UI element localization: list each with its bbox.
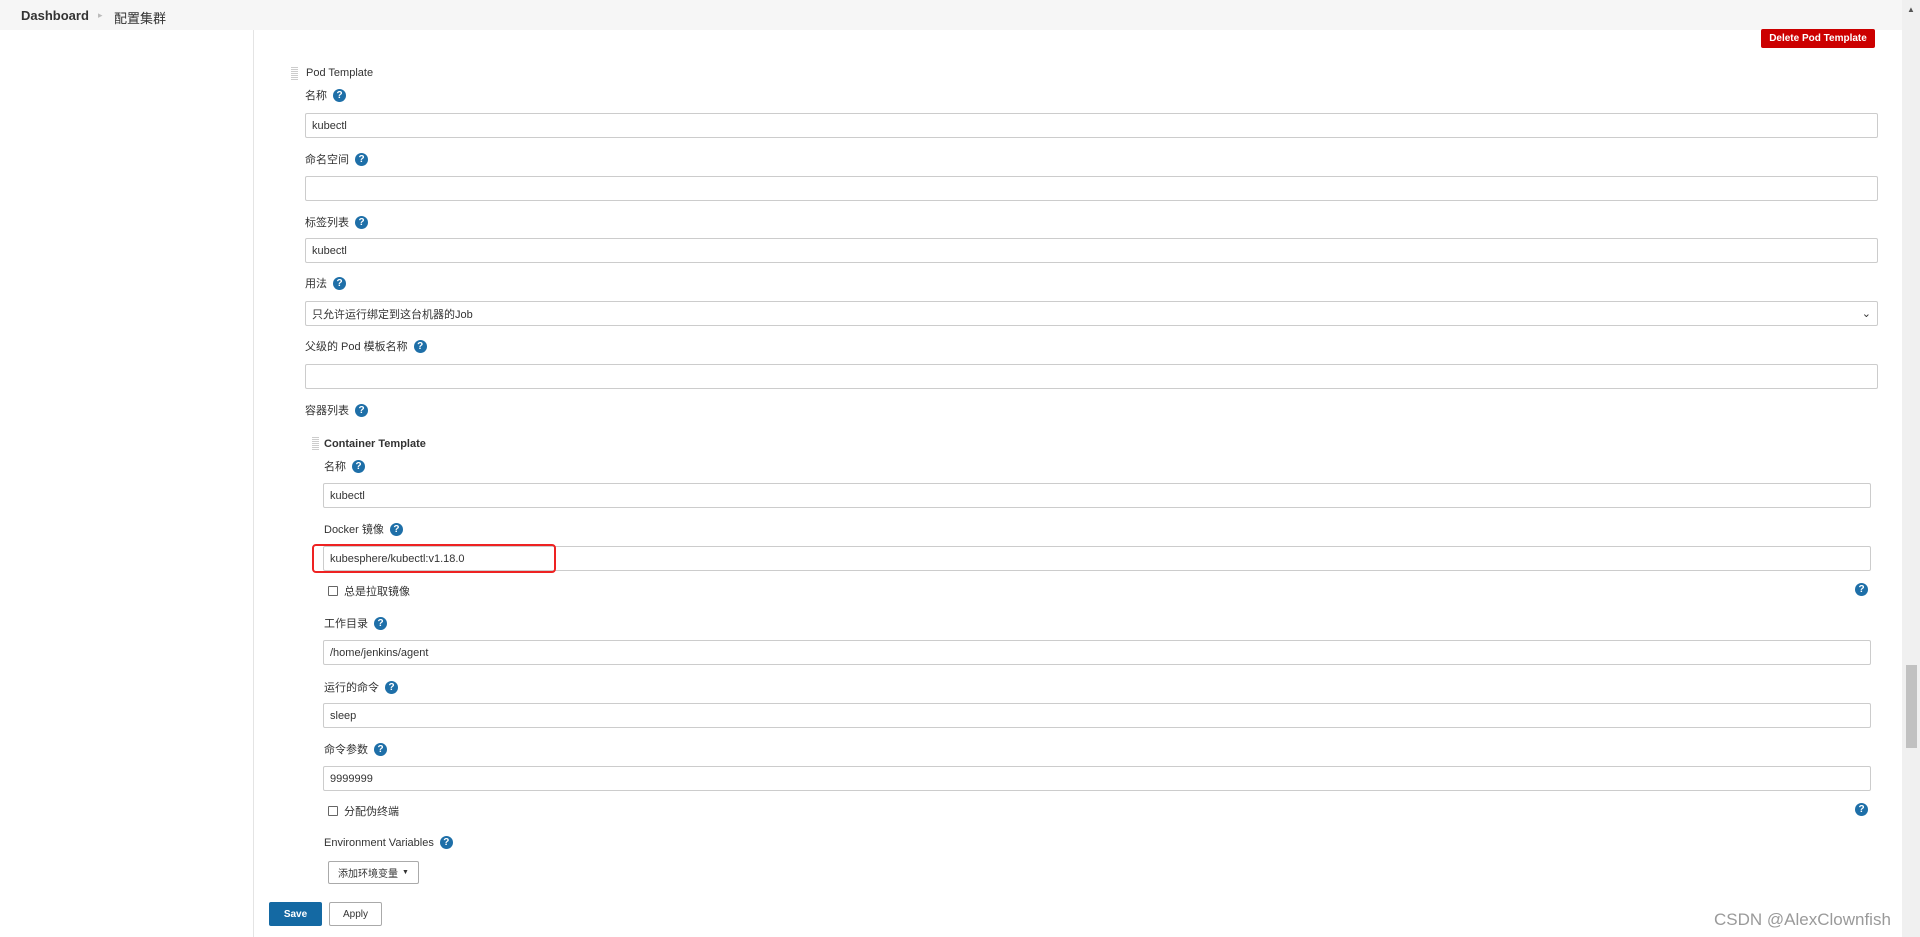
pod-name-input[interactable]: kubectl: [305, 113, 1878, 138]
save-button[interactable]: Save: [269, 902, 322, 926]
chevron-down-icon: ⌄: [1861, 308, 1871, 320]
help-icon[interactable]: ?: [355, 403, 368, 417]
help-icon[interactable]: ?: [1855, 583, 1868, 596]
bottom-bar: [254, 893, 1902, 937]
container-template-title: Container Template: [324, 438, 426, 450]
help-icon[interactable]: ?: [352, 459, 365, 473]
container-name-label: 名称: [324, 461, 346, 473]
parent-label: 父级的 Pod 模板名称: [305, 341, 408, 353]
help-icon[interactable]: ?: [333, 88, 346, 102]
pod-name-label: 名称: [305, 90, 327, 102]
namespace-input[interactable]: [305, 176, 1878, 201]
workdir-input[interactable]: /home/jenkins/agent: [323, 640, 1871, 665]
tty-checkbox[interactable]: [328, 806, 338, 816]
scroll-up-icon[interactable]: ▲: [1907, 5, 1915, 14]
always-pull-label: 总是拉取镜像: [344, 586, 410, 598]
command-input[interactable]: sleep: [323, 703, 1871, 728]
containers-label: 容器列表: [305, 405, 349, 417]
drag-handle-icon[interactable]: [291, 67, 298, 81]
caret-down-icon: ▼: [402, 869, 409, 876]
highlight-box: [312, 544, 556, 573]
env-label: Environment Variables: [324, 836, 434, 849]
command-label: 运行的命令: [324, 682, 379, 694]
help-icon[interactable]: ?: [355, 215, 368, 229]
help-icon[interactable]: ?: [413, 339, 427, 353]
help-icon[interactable]: ?: [374, 742, 387, 756]
add-env-var-label: 添加环境变量: [338, 869, 399, 880]
container-name-input[interactable]: kubectl: [323, 483, 1871, 508]
tty-label: 分配伪终端: [344, 806, 399, 818]
drag-handle-icon[interactable]: [312, 437, 319, 451]
labels-label: 标签列表: [305, 217, 349, 229]
help-icon[interactable]: ?: [355, 152, 368, 166]
apply-button[interactable]: Apply: [329, 902, 382, 926]
help-icon[interactable]: ?: [333, 276, 346, 290]
delete-pod-template-button[interactable]: Delete Pod Template: [1761, 29, 1875, 48]
namespace-label: 命名空间: [305, 154, 349, 166]
workdir-label: 工作目录: [324, 618, 368, 630]
add-env-var-button[interactable]: 添加环境变量 ▼: [328, 861, 419, 884]
usage-select[interactable]: 只允许运行绑定到这台机器的Job ⌄: [305, 301, 1878, 326]
top-bar: Dashboard ▸ 配置集群: [0, 0, 1902, 30]
pod-template-title: Pod Template: [306, 67, 374, 79]
args-label: 命令参数: [324, 744, 368, 756]
breadcrumb-separator-icon: ▸: [98, 10, 103, 20]
usage-value: 只允许运行绑定到这台机器的Job: [312, 308, 473, 321]
scrollbar[interactable]: ▲: [1902, 0, 1920, 937]
help-icon[interactable]: ?: [389, 522, 403, 536]
help-icon[interactable]: ?: [374, 616, 387, 630]
parent-input[interactable]: [305, 364, 1878, 389]
labels-input[interactable]: kubectl: [305, 238, 1878, 263]
sidebar-divider: [253, 30, 254, 937]
watermark: CSDN @AlexClownfish: [1714, 910, 1891, 929]
scrollbar-thumb[interactable]: [1906, 665, 1917, 748]
help-icon[interactable]: ?: [1855, 803, 1868, 816]
breadcrumb-dashboard[interactable]: Dashboard: [21, 8, 89, 23]
breadcrumb-current[interactable]: 配置集群: [114, 8, 166, 27]
usage-label: 用法: [305, 278, 327, 290]
image-label: Docker 镜像: [324, 524, 384, 536]
args-input[interactable]: 9999999: [323, 766, 1871, 791]
always-pull-checkbox[interactable]: [328, 586, 338, 596]
help-icon[interactable]: ?: [439, 836, 453, 849]
help-icon[interactable]: ?: [385, 680, 398, 694]
